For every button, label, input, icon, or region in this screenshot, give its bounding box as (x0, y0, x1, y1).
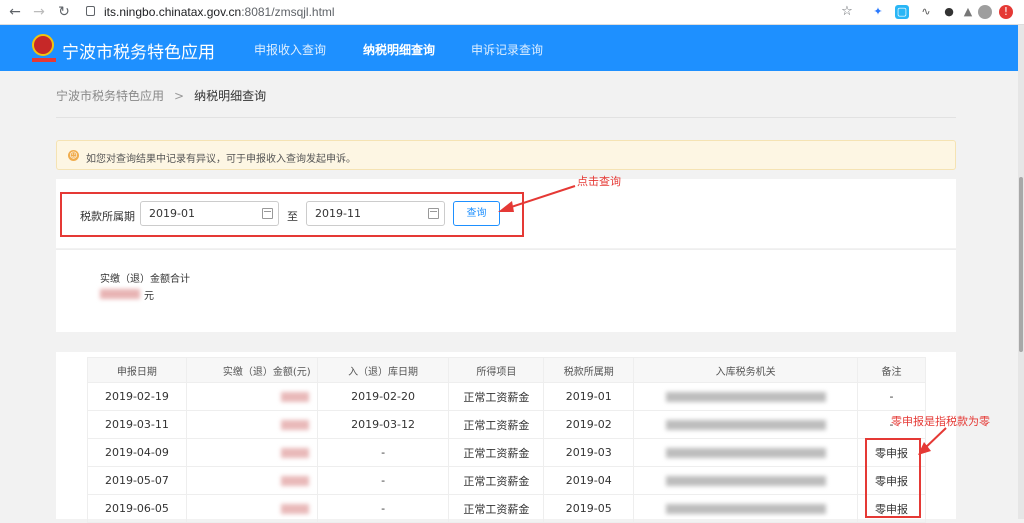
declare-date: 2019-02-19 (87, 382, 187, 411)
amount-redacted (185, 410, 318, 439)
emblem-ribbon (32, 58, 56, 62)
store-date: - (316, 438, 450, 467)
annotation-zero-declaration: 零申报是指税款为零 (891, 415, 990, 428)
col-period: 税款所属期 (543, 357, 635, 383)
store-date: 2019-03-12 (316, 410, 450, 439)
amount-redacted (185, 382, 318, 411)
browser-toolbar: ← → ↻ its.ningbo.chinatax.gov.cn:8081/zm… (0, 0, 1024, 25)
notice-text: 如您对查询结果中记录有异议，可于申报收入查询发起申诉。 (86, 154, 356, 165)
income-item: 正常工资薪金 (448, 382, 545, 411)
address-bar[interactable]: its.ningbo.chinatax.gov.cn:8081/zmsqjl.h… (104, 5, 335, 19)
reload-icon[interactable]: ↻ (55, 3, 73, 21)
forward-icon[interactable]: → (30, 3, 48, 21)
col-income-item: 所得项目 (448, 357, 545, 383)
col-tax-office: 入库税务机关 (633, 357, 859, 383)
scrollbar-thumb[interactable] (1019, 177, 1023, 352)
table-row: 2019-03-11 2019-03-12 正常工资薪金 2019-02 - (87, 410, 926, 439)
tax-period: 2019-05 (543, 494, 635, 523)
nav-appeal-record-query[interactable]: 申诉记录查询 (471, 41, 543, 58)
declare-date: 2019-03-11 (87, 410, 187, 439)
smiley-icon: ☺ (68, 150, 79, 161)
url-path: :8081/zmsqjl.html (241, 5, 335, 19)
table-row: 2019-02-19 2019-02-20 正常工资薪金 2019-01 - (87, 382, 926, 411)
tax-office-redacted (633, 382, 859, 411)
annotation-box-zero-declaration (865, 438, 921, 518)
avatar-icon[interactable] (978, 5, 992, 19)
calendar-icon[interactable] (428, 208, 439, 219)
page-scrollbar[interactable] (1018, 25, 1024, 519)
tax-period: 2019-03 (543, 438, 635, 467)
summary-unit: 元 (144, 291, 154, 302)
query-button[interactable]: 查询 (453, 201, 500, 226)
breadcrumb-home[interactable]: 宁波市税务特色应用 (56, 89, 164, 103)
table-row: 2019-04-09 - 正常工资薪金 2019-03 零申报 (87, 438, 926, 467)
income-item: 正常工资薪金 (448, 438, 545, 467)
tax-office-redacted (633, 410, 859, 439)
table-row: 2019-06-05 - 正常工资薪金 2019-05 零申报 (87, 494, 926, 523)
declare-date: 2019-06-05 (87, 494, 187, 523)
notice-banner: ☺ 如您对查询结果中记录有异议，可于申报收入查询发起申诉。 (56, 140, 956, 170)
calendar-icon[interactable] (262, 208, 273, 219)
store-date: - (316, 494, 450, 523)
summary-label: 实缴（退）金额合计 (100, 274, 190, 285)
alert-icon[interactable]: ! (999, 5, 1013, 19)
summary-amount-redacted (100, 289, 140, 299)
extension-puzzle-icon[interactable]: ▲ (961, 5, 975, 19)
bookmark-star-icon[interactable]: ☆ (838, 3, 856, 21)
col-note: 备注 (857, 357, 926, 383)
breadcrumb: 宁波市税务特色应用 > 纳税明细查询 (56, 87, 266, 104)
tax-office-redacted (633, 494, 859, 523)
app-title: 宁波市税务特色应用 (62, 43, 215, 63)
to-label: 至 (287, 210, 298, 223)
table-header-row: 申报日期 实缴（退）金额(元) 入（退）库日期 所得项目 税款所属期 入库税务机… (87, 357, 926, 383)
tax-period: 2019-04 (543, 466, 635, 495)
end-date-input[interactable]: 2019-11 (306, 201, 445, 226)
extension-translate-icon[interactable]: ▢ (895, 5, 909, 19)
tax-office-redacted (633, 466, 859, 495)
summary-panel: 实缴（退）金额合计 元 (56, 249, 956, 332)
end-date-value: 2019-11 (315, 207, 361, 220)
tax-period: 2019-02 (543, 410, 635, 439)
lock-icon[interactable] (86, 6, 95, 16)
tax-office-redacted (633, 438, 859, 467)
divider (56, 117, 956, 118)
nav-tax-detail-query[interactable]: 纳税明细查询 (363, 41, 435, 58)
nav-income-query[interactable]: 申报收入查询 (254, 41, 326, 58)
start-date-value: 2019-01 (149, 207, 195, 220)
back-icon[interactable]: ← (6, 3, 24, 21)
tax-detail-table: 申报日期 实缴（退）金额(元) 入（退）库日期 所得项目 税款所属期 入库税务机… (87, 357, 926, 523)
col-declare-date: 申报日期 (87, 357, 187, 383)
search-panel: 税款所属期 2019-01 至 2019-11 查询 (56, 179, 956, 248)
store-date: - (316, 466, 450, 495)
period-label: 税款所属期 (80, 210, 135, 223)
extension-bird-icon[interactable]: ✦ (871, 5, 885, 19)
amount-redacted (185, 466, 318, 495)
url-host: its.ningbo.chinatax.gov.cn (104, 5, 242, 19)
table-row: 2019-05-07 - 正常工资薪金 2019-04 零申报 (87, 466, 926, 495)
declare-date: 2019-05-07 (87, 466, 187, 495)
detail-table-panel: 申报日期 实缴（退）金额(元) 入（退）库日期 所得项目 税款所属期 入库税务机… (56, 352, 956, 523)
income-item: 正常工资薪金 (448, 466, 545, 495)
note: - (857, 382, 926, 411)
annotation-click-query: 点击查询 (577, 175, 621, 188)
income-item: 正常工资薪金 (448, 410, 545, 439)
declare-date: 2019-04-09 (87, 438, 187, 467)
amount-redacted (185, 438, 318, 467)
income-item: 正常工资薪金 (448, 494, 545, 523)
breadcrumb-current: 纳税明细查询 (194, 89, 267, 103)
extension-pulse-icon[interactable]: ∿ (919, 5, 933, 19)
amount-redacted (185, 494, 318, 523)
tax-period: 2019-01 (543, 382, 635, 411)
tax-emblem-icon (32, 34, 54, 56)
col-store-date: 入（退）库日期 (316, 357, 450, 383)
store-date: 2019-02-20 (316, 382, 450, 411)
app-header: 宁波市税务特色应用 申报收入查询 纳税明细查询 申诉记录查询 (0, 25, 1018, 71)
extension-drop-icon[interactable]: ● (942, 5, 956, 19)
start-date-input[interactable]: 2019-01 (140, 201, 279, 226)
breadcrumb-separator: > (174, 89, 185, 103)
col-amount: 实缴（退）金额(元) (185, 357, 318, 383)
